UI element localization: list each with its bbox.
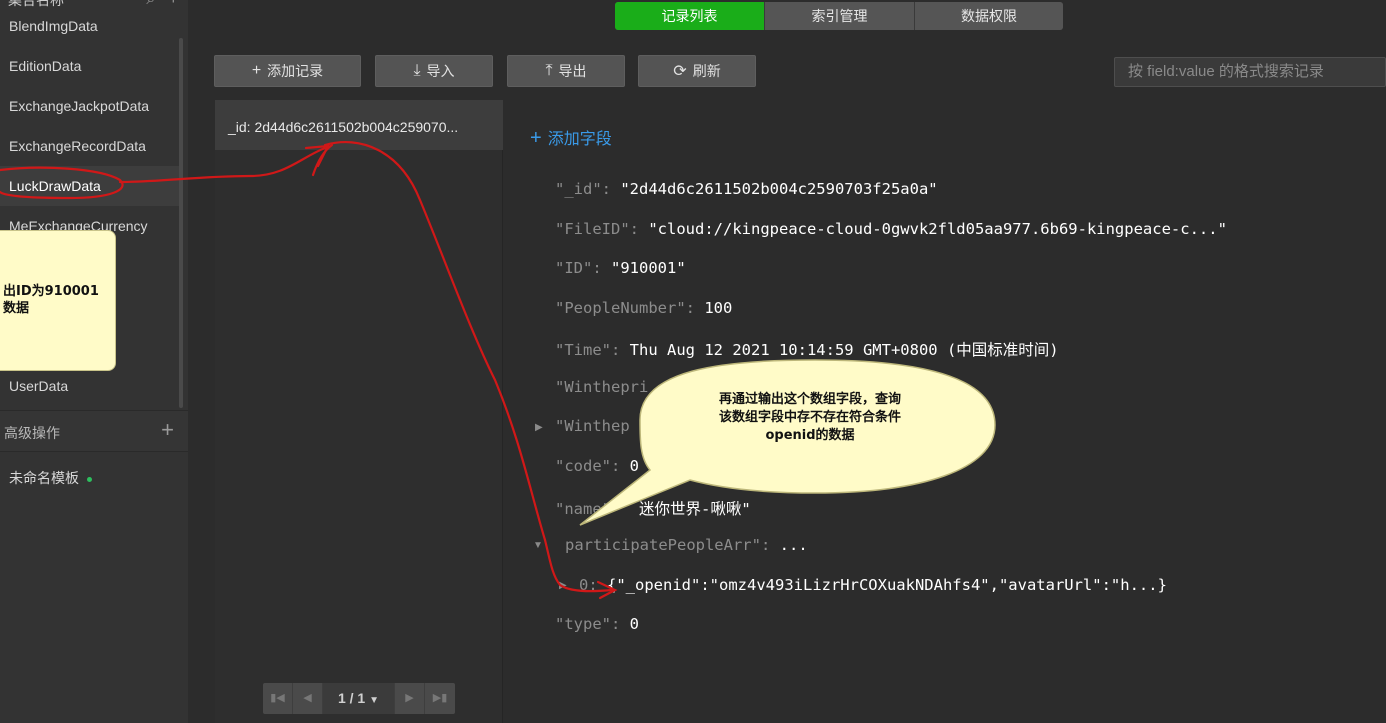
app-root: 集合名称 ⌕ + BlendImgData EditionData Exchan… [0, 0, 1386, 723]
field-row[interactable]: "type": 0 [555, 615, 639, 633]
bubble-line: 再通过输出这个数组字段，查询 [718, 392, 901, 407]
refresh-button[interactable]: ⟳ 刷新 [638, 55, 756, 87]
bubble-text: 再通过输出这个数组字段，查询 该数组字段中存不存在符合条件 openid的数据 [660, 391, 960, 445]
field-row[interactable]: "Time": Thu Aug 12 2021 10:14:59 GMT+080… [555, 338, 1059, 360]
last-page-button[interactable]: ▶▮ [425, 683, 455, 714]
plus-icon: + [251, 62, 262, 79]
add-field-label: 添加字段 [547, 131, 612, 148]
chevron-down-icon: ▼ [369, 695, 380, 706]
search-input[interactable]: 按 field:value 的格式搜索记录 [1114, 57, 1386, 87]
export-button[interactable]: ⤒ 导出 [507, 55, 625, 87]
field-key: "Winthep [555, 417, 630, 435]
add-record-button[interactable]: + 添加记录 [214, 55, 361, 87]
record-list-item[interactable]: _id: 2d44d6c2611502b004c259070... [215, 100, 503, 150]
sidebar-scrollbar[interactable] [179, 38, 183, 408]
field-key: participatePeopleArr": [565, 536, 771, 554]
record-list-panel: _id: 2d44d6c2611502b004c259070... [215, 100, 503, 723]
field-value: ... [779, 536, 808, 554]
field-key: "_id": [555, 180, 611, 198]
field-value: 100 [704, 299, 733, 317]
advanced-operations-row[interactable]: 高级操作 + [0, 410, 188, 452]
collection-label: BlendImgData [9, 18, 98, 34]
field-row[interactable]: "FileID": "cloud://kingpeace-cloud-0gwvk… [555, 220, 1227, 238]
field-value: 0 [629, 615, 640, 633]
tab-record-list[interactable]: 记录列表 [615, 2, 765, 30]
template-label: 未命名模板 [9, 470, 79, 486]
status-dot-icon [87, 476, 92, 482]
field-row[interactable]: "_id": "2d44d6c2611502b004c2590703f25a0a… [555, 180, 938, 198]
collection-label: ExchangeJackpotData [9, 98, 150, 114]
field-key: "name" [555, 500, 611, 518]
prev-page-button[interactable]: ◀ [293, 683, 323, 714]
collection-label: EditionData [9, 58, 82, 74]
tab-index-management[interactable]: 索引管理 [765, 2, 915, 30]
collection-item[interactable]: ExchangeJackpotData [0, 86, 180, 126]
field-key: "Time": [555, 341, 621, 359]
field-key: "code": [555, 457, 621, 475]
collapse-caret-icon[interactable]: ▼ [533, 540, 543, 551]
field-key: 0: [579, 576, 598, 594]
pagination: ▮◀ ◀ 1 / 1 ▼ ▶ ▶▮ [263, 683, 455, 714]
plus-icon: + [530, 127, 542, 149]
add-advanced-icon[interactable]: + [161, 417, 174, 443]
field-value: "cloud://kingpeace-cloud-0gwvk2fld05aa97… [648, 220, 1227, 238]
field-row[interactable]: "name" 迷你世界-啾啾" [555, 497, 751, 519]
collection-item[interactable]: ExchangeRecordData [0, 126, 180, 166]
bubble-line: 该数组字段中存不存在符合条件 [718, 410, 901, 425]
collection-item-active[interactable]: LuckDrawData [0, 166, 180, 206]
add-record-label: 添加记录 [267, 63, 324, 79]
collection-label: ExchangeRecordData [9, 138, 146, 154]
field-value: Thu Aug 12 2021 10:14:59 GMT+0800 (中国标准时… [629, 341, 1059, 359]
field-row[interactable]: "Winthep [555, 417, 630, 435]
first-page-button[interactable]: ▮◀ [263, 683, 293, 714]
field-value: "910001" [611, 259, 686, 277]
field-value: {"_openid":"omz4v493iLizrHrCOXuakNDAhfs4… [607, 576, 1167, 594]
collection-item[interactable]: EditionData [0, 46, 180, 86]
page-indicator[interactable]: 1 / 1 ▼ [323, 683, 395, 714]
page-indicator-label: 1 / 1 [337, 690, 366, 706]
collection-item[interactable]: BlendImgData [0, 6, 180, 46]
field-key: "PeopleNumber": [555, 299, 695, 317]
field-value: 0 [629, 457, 640, 475]
import-label: 导入 [426, 63, 455, 79]
field-row[interactable]: "ID": "910001" [555, 259, 686, 277]
export-label: 导出 [558, 63, 587, 79]
field-row[interactable]: participatePeopleArr": ... [565, 536, 808, 554]
collection-item[interactable]: UserData [0, 366, 180, 406]
note-line: 出ID为910001 [3, 284, 99, 299]
field-row[interactable]: "PeopleNumber": 100 [555, 299, 732, 317]
bubble-line: openid的数据 [765, 428, 855, 443]
import-button[interactable]: ⤓ 导入 [375, 55, 493, 87]
upload-icon: ⤒ [545, 62, 553, 79]
add-field-button[interactable]: + 添加字段 [530, 125, 612, 150]
next-page-button[interactable]: ▶ [395, 683, 425, 714]
advanced-operations-label: 高级操作 [4, 425, 60, 441]
field-key: "Winthepri [555, 378, 649, 396]
field-row[interactable]: 0: {"_openid":"omz4v493iLizrHrCOXuakNDAh… [579, 576, 1167, 594]
field-value: 迷你世界-啾啾" [639, 500, 751, 518]
field-row[interactable]: "code": 0 [555, 457, 639, 475]
expand-caret-icon[interactable]: ▶ [535, 422, 543, 433]
field-key: "type": [555, 615, 621, 633]
refresh-label: 刷新 [692, 63, 721, 79]
template-item[interactable]: 未命名模板 [9, 468, 92, 488]
field-key: "FileID": [555, 220, 639, 238]
tab-data-permissions[interactable]: 数据权限 [915, 2, 1063, 30]
collection-label: UserData [9, 378, 69, 394]
field-key: "ID": [555, 259, 602, 277]
download-icon: ⤓ [413, 62, 421, 79]
view-tabs: 记录列表 索引管理 数据权限 [615, 2, 1063, 30]
expand-caret-icon[interactable]: ▶ [559, 580, 567, 591]
refresh-icon: ⟳ [673, 63, 687, 80]
field-value: "2d44d6c2611502b004c2590703f25a0a" [620, 180, 938, 198]
note-line: 数据 [3, 301, 30, 316]
collection-label: LuckDrawData [9, 178, 101, 194]
annotation-note: 出ID为910001 数据 [0, 230, 116, 371]
field-row[interactable]: "Winthepri [555, 378, 648, 396]
